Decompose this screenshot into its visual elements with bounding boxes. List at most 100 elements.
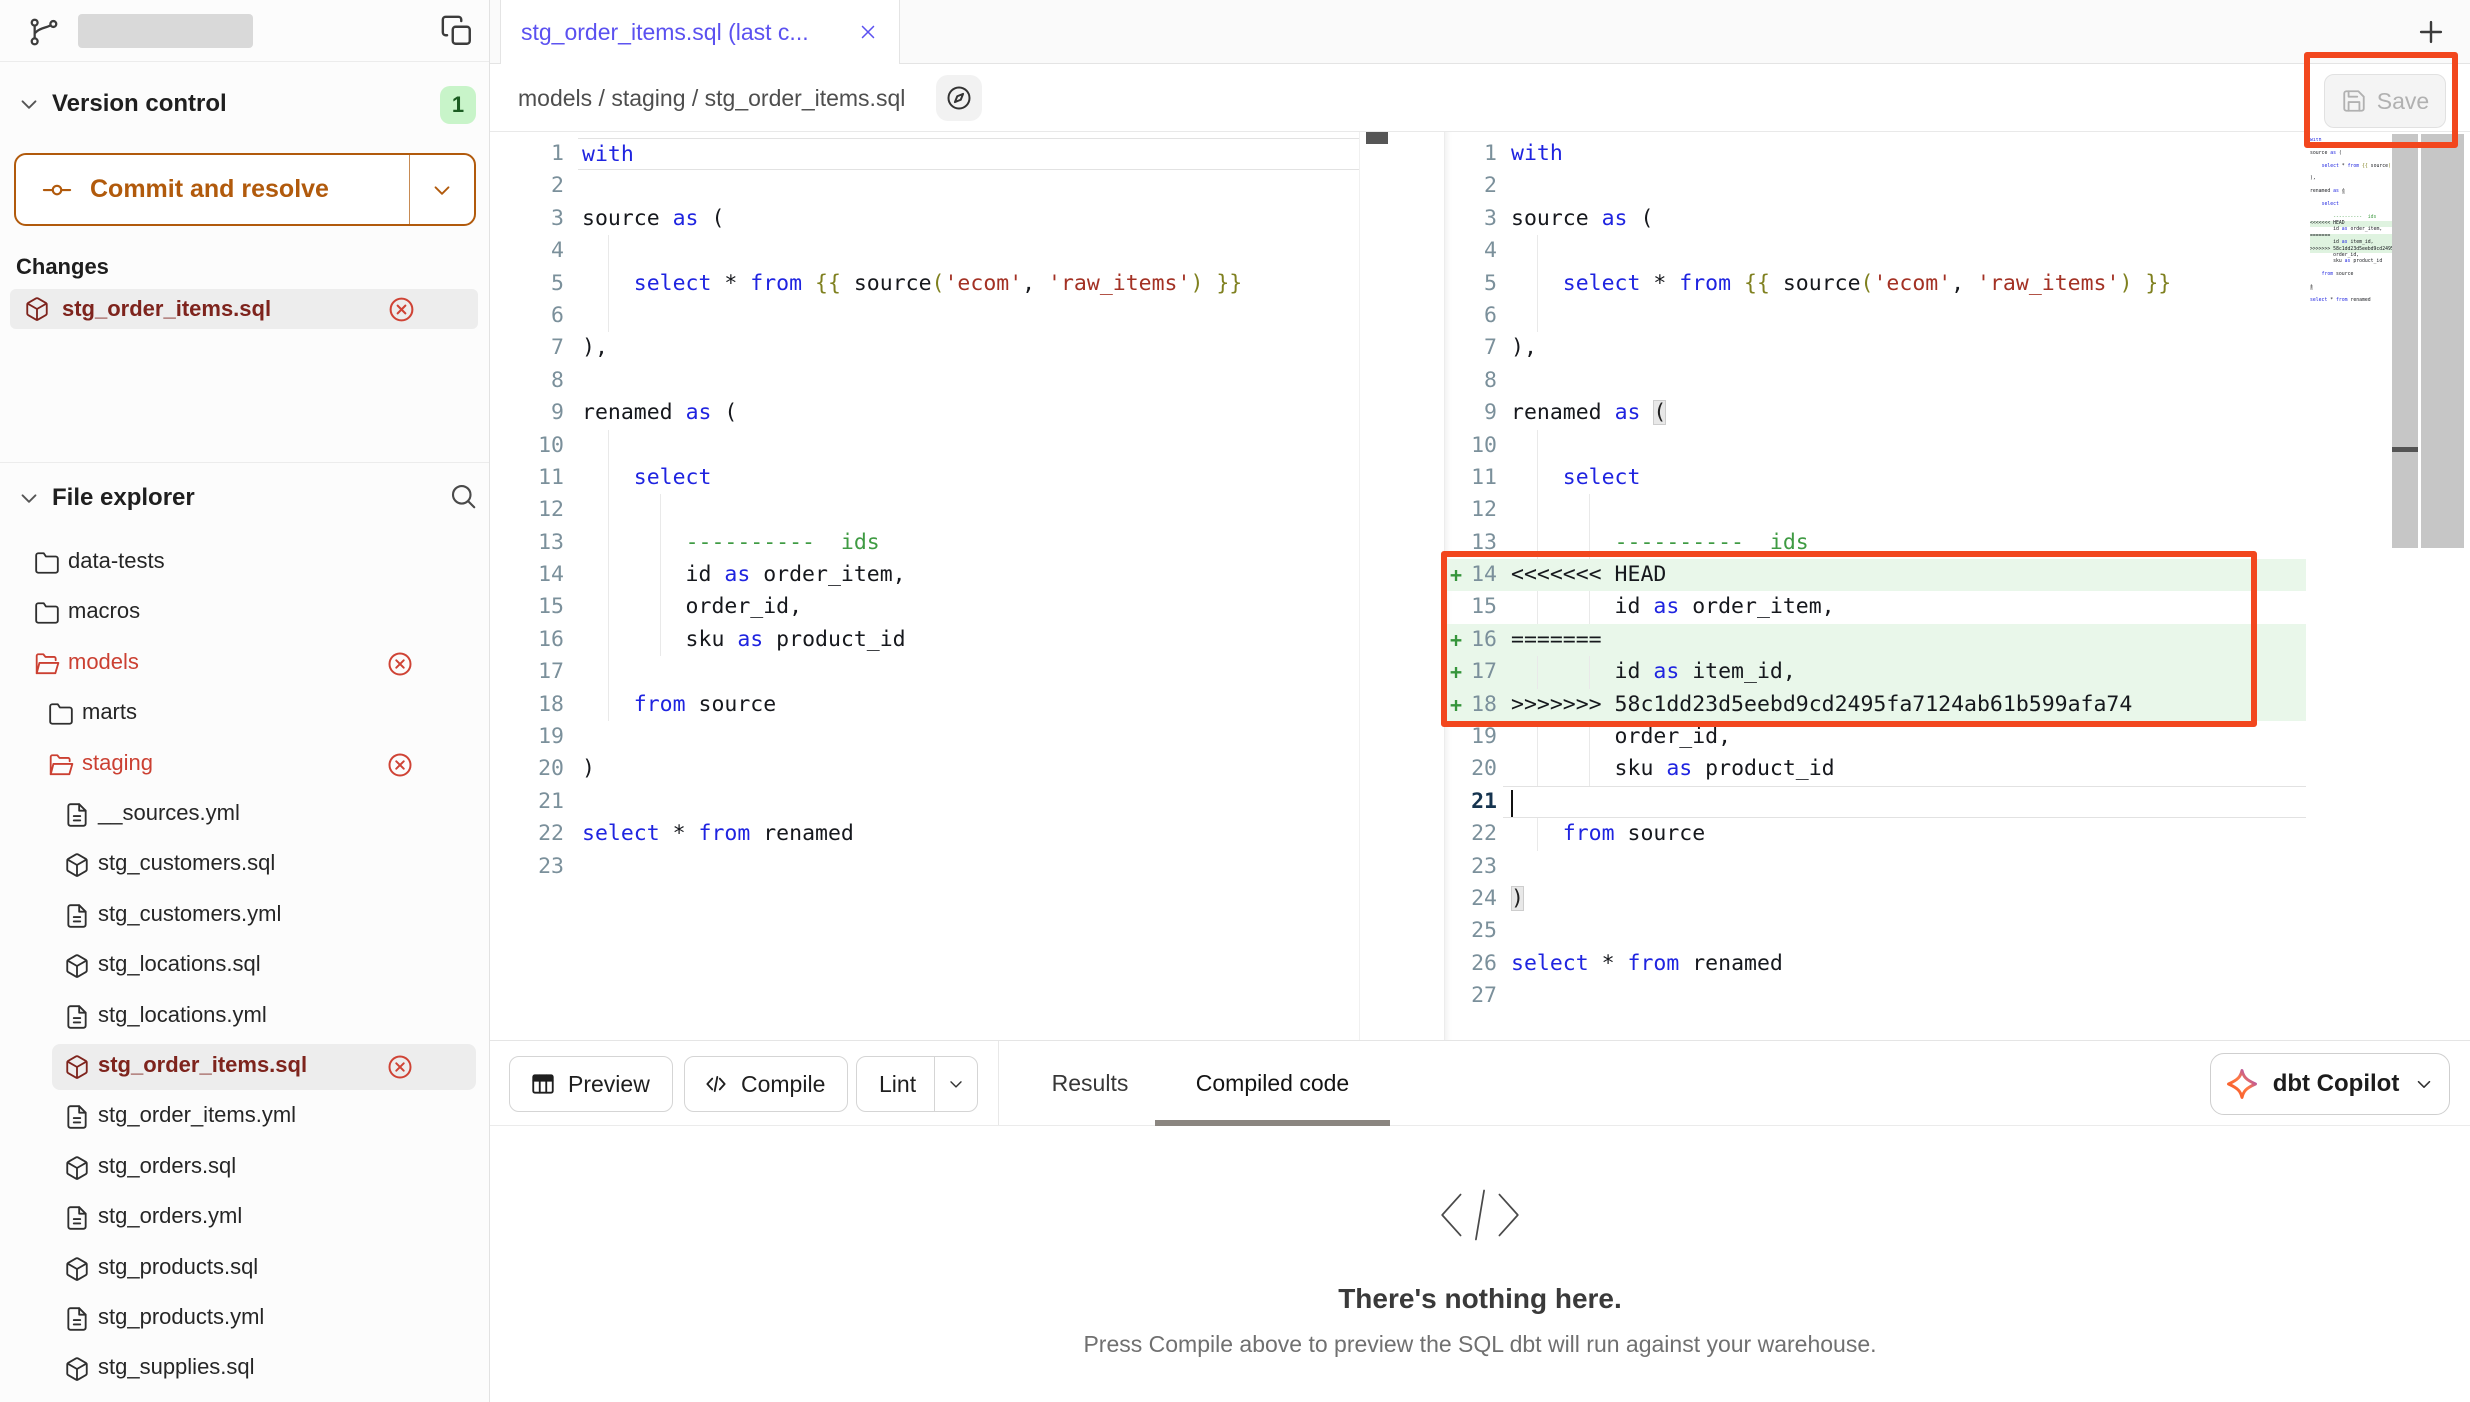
code-line: 4 [1445,235,2306,267]
sidebar-item-stg-products-sql[interactable]: stg_products.sql [0,1246,490,1292]
file-explorer-header[interactable]: File explorer [0,478,489,518]
compile-button[interactable]: Compile [684,1056,848,1112]
sidebar-item-stg-supplies-sql[interactable]: stg_supplies.sql [0,1346,490,1392]
line-number: 9 [1467,397,1503,429]
sidebar-item-stg-orders-yml[interactable]: stg_orders.yml [0,1195,490,1241]
line-number: 11 [490,462,578,494]
diff-add-marker: + [1445,656,1467,688]
discard-change-icon[interactable] [387,295,416,324]
commit-button-label: Commit and resolve [90,175,409,204]
breadcrumb: models / staging / stg_order_items.sql [518,64,905,132]
dbt-copilot-button[interactable]: dbt Copilot [2210,1053,2450,1115]
diff-add-marker: + [1445,559,1467,591]
docs-compass-button[interactable] [936,75,982,121]
editor-pane-left[interactable]: 1with23source as (45 select * from {{ so… [490,132,1360,1040]
editor-pane-right[interactable]: 1with23source as (45 select * from {{ so… [1444,132,2306,1040]
new-tab-icon[interactable] [2414,15,2448,49]
changed-file-row[interactable]: stg_order_items.sql [10,289,478,329]
sidebar-item-stg-customers-sql[interactable]: stg_customers.sql [0,842,490,888]
line-number: 23 [490,851,578,883]
lint-button[interactable]: Lint [856,1056,978,1112]
sidebar-item-stg-order-items-sql[interactable]: stg_order_items.sql [0,1044,490,1090]
sidebar-item-stg-products-yml[interactable]: stg_products.yml [0,1296,490,1342]
diff-add-marker [1445,235,1467,267]
sidebar-item-staging[interactable]: staging [0,742,490,788]
file-icon [64,903,90,929]
code-line: 15 id as order_item, [1445,591,2306,623]
line-number: 26 [1467,948,1503,980]
compiled-code-label: Compiled code [1196,1070,1349,1097]
folder-icon [34,600,60,626]
editor-scrollbar[interactable] [2392,134,2418,548]
code-line: 8 [490,365,1359,397]
file-label: macros [68,598,140,624]
compiled-code-empty-state: There's nothing here. Press Compile abov… [490,1126,2470,1402]
sidebar-item-marts[interactable]: marts [0,691,490,737]
diff-add-marker [1445,300,1467,332]
close-tab-icon[interactable] [857,21,879,43]
code-line: 9renamed as ( [1445,397,2306,429]
changes-count-badge: 1 [440,86,476,124]
sidebar-item-stg-customers-yml[interactable]: stg_customers.yml [0,893,490,939]
lint-dropdown-button[interactable] [935,1074,977,1094]
discard-change-icon[interactable] [386,1053,414,1081]
line-number: 11 [1467,462,1503,494]
diff-add-marker [1445,203,1467,235]
sidebar-item--sources-yml[interactable]: __sources.yml [0,792,490,838]
changes-label: Changes [16,254,109,280]
line-number: 18 [490,689,578,721]
preview-button[interactable]: Preview [509,1056,673,1112]
sidebar-item-stg-locations-yml[interactable]: stg_locations.yml [0,994,490,1040]
sidebar-item-data-tests[interactable]: data-tests [0,540,490,586]
copy-icon[interactable] [440,14,474,48]
code-line: 23 [490,851,1359,883]
model-icon [64,1356,90,1382]
code-line: 22select * from renamed [490,818,1359,850]
button-divider [409,155,410,224]
file-icon [64,1004,90,1030]
discard-change-icon[interactable] [386,751,414,779]
diff-add-marker [1445,883,1467,915]
sidebar-item-models[interactable]: models [0,641,490,687]
diff-add-marker [1445,980,1467,1012]
tab-compiled-code[interactable]: Compiled code [1155,1041,1390,1126]
folder-open-icon [48,752,74,778]
code-line: 25 [1445,915,2306,947]
minimap[interactable]: withsource as ( select * from {{ source(… [2310,138,2392,338]
code-line: 2 [490,170,1359,202]
tab-results[interactable]: Results [1030,1041,1150,1126]
code-line: 8 [1445,365,2306,397]
line-number: 19 [1467,721,1503,753]
line-number: 22 [490,818,578,850]
commit-and-resolve-button[interactable]: Commit and resolve [14,153,476,226]
line-number: 22 [1467,818,1503,850]
search-icon[interactable] [448,481,478,511]
sidebar-item-stg-orders-sql[interactable]: stg_orders.sql [0,1145,490,1191]
line-number: 16 [490,624,578,656]
left-pane-scrollbar-thumb[interactable] [1366,132,1388,144]
code-line: 26select * from renamed [1445,948,2306,980]
line-number: 8 [490,365,578,397]
folder-icon [34,550,60,576]
line-number: 4 [490,235,578,267]
sidebar-item-stg-locations-sql[interactable]: stg_locations.sql [0,943,490,989]
sidebar-item-stg-order-items-yml[interactable]: stg_order_items.yml [0,1094,490,1140]
line-number: 20 [490,753,578,785]
preview-label: Preview [568,1071,650,1098]
tab-strip: stg_order_items.sql (last c... [490,0,2470,64]
code-slash-icon [1434,1186,1526,1244]
discard-change-icon[interactable] [386,650,414,678]
code-line: 12 [1445,494,2306,526]
version-control-header[interactable]: Version control [0,84,489,124]
diff-add-marker [1445,753,1467,785]
scrollbar-position-marker [2392,447,2418,452]
chevron-down-icon [16,485,42,511]
save-button[interactable]: Save [2324,74,2446,128]
window-scrollbar[interactable] [2421,134,2464,548]
commit-dropdown-button[interactable] [410,177,474,203]
line-number: 24 [1467,883,1503,915]
sidebar-item-macros[interactable]: macros [0,590,490,636]
tab-stg-order-items[interactable]: stg_order_items.sql (last c... [500,0,900,64]
file-label: stg_products.yml [98,1304,264,1330]
code-line: 5 select * from {{ source('ecom', 'raw_i… [1445,268,2306,300]
